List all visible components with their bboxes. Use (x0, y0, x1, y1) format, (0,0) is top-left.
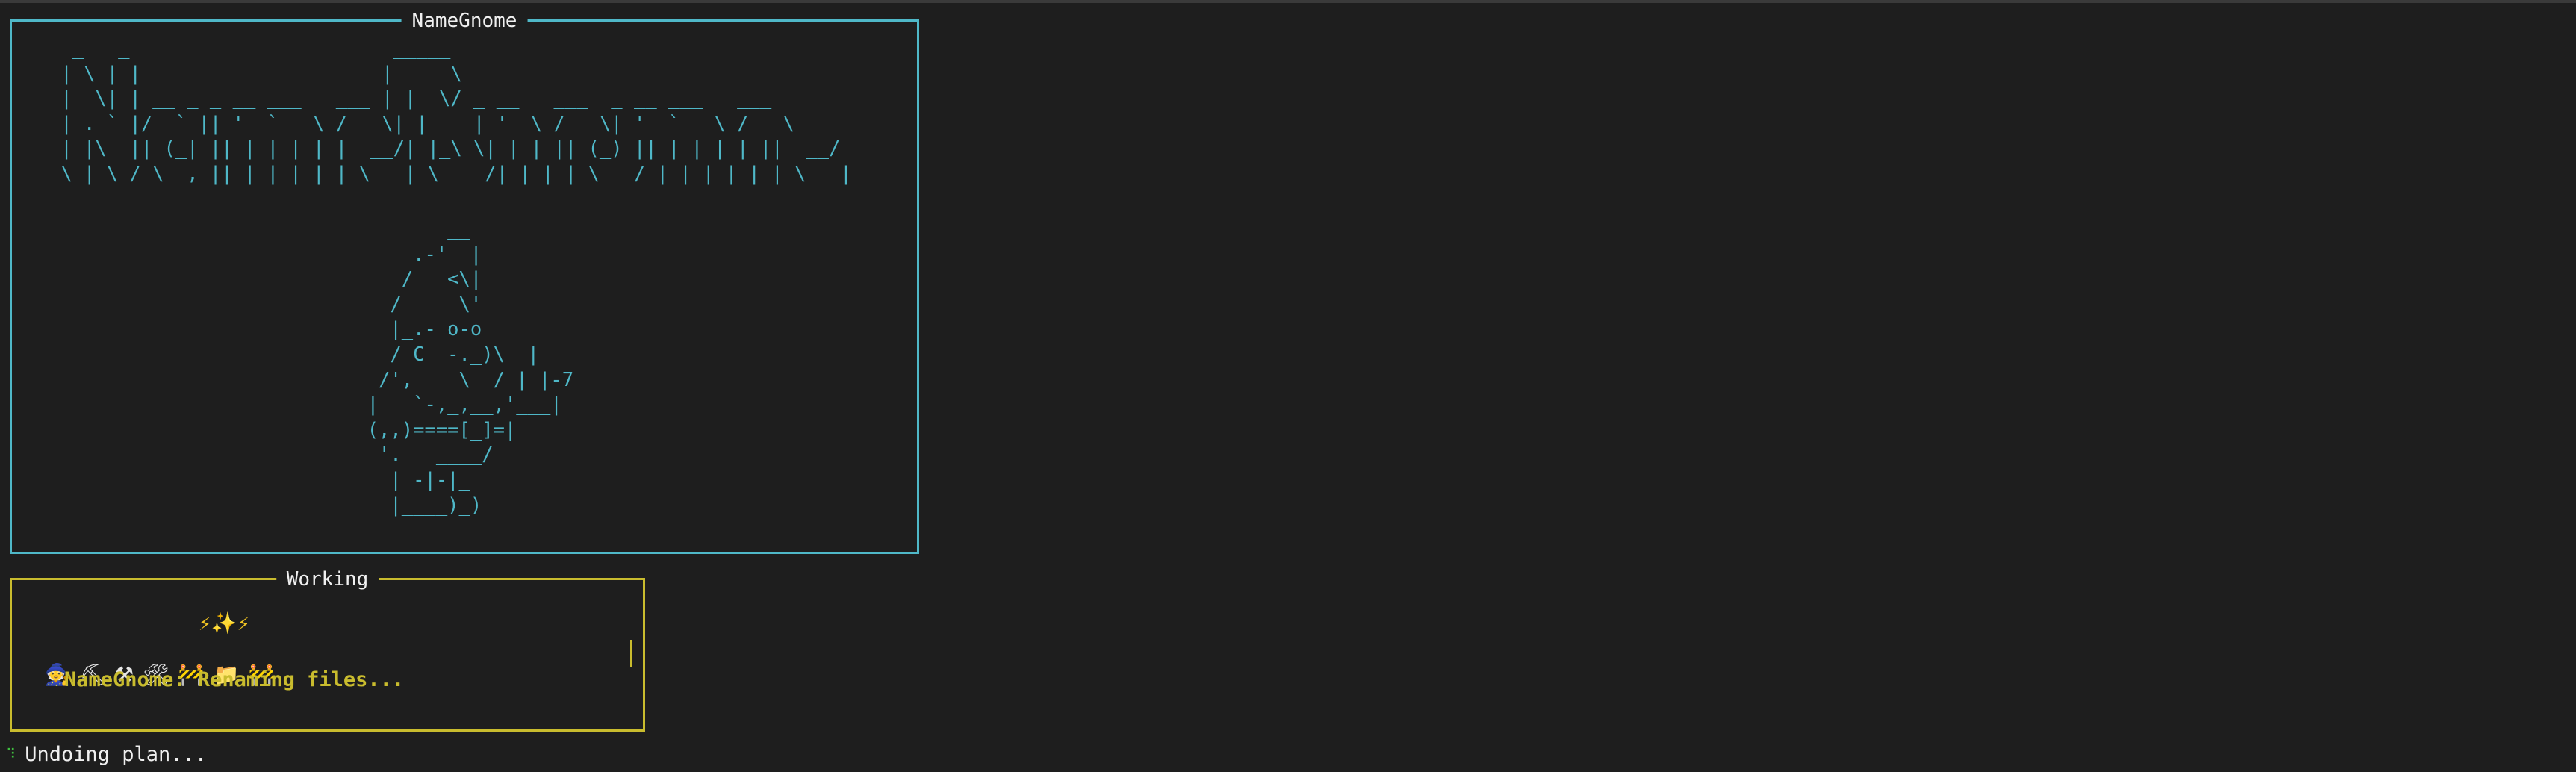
banner-panel-title: NameGnome (401, 7, 528, 34)
namegnome-ascii-logo: _ _ _____ | \ | | | __ \ | \| | __ _ _ _… (60, 37, 852, 185)
banner-panel: NameGnome _ _ _____ | \ | | | __ \ | \| … (10, 7, 919, 554)
status-text: Undoing plan... (25, 742, 208, 766)
working-message: NameGnome: Renaming files... (64, 668, 405, 691)
working-panel: Working ⚡✨⚡ 🧙 ⛏ ⚒ 🛠 🚧 📁 🚧 NameGnome: Renaming … (10, 566, 645, 732)
spinner-icon: ⠹ (6, 746, 16, 762)
gnome-ascii-art: __ .-' | / <\| / \' |_.- o-o / C -._)\ |… (367, 218, 574, 517)
sparkles-icon: ⚡✨⚡ (199, 611, 250, 635)
status-line: ⠹ Undoing plan... (6, 739, 207, 769)
text-cursor (630, 640, 632, 667)
working-panel-title: Working (276, 566, 379, 593)
window-top-edge (0, 0, 2576, 3)
